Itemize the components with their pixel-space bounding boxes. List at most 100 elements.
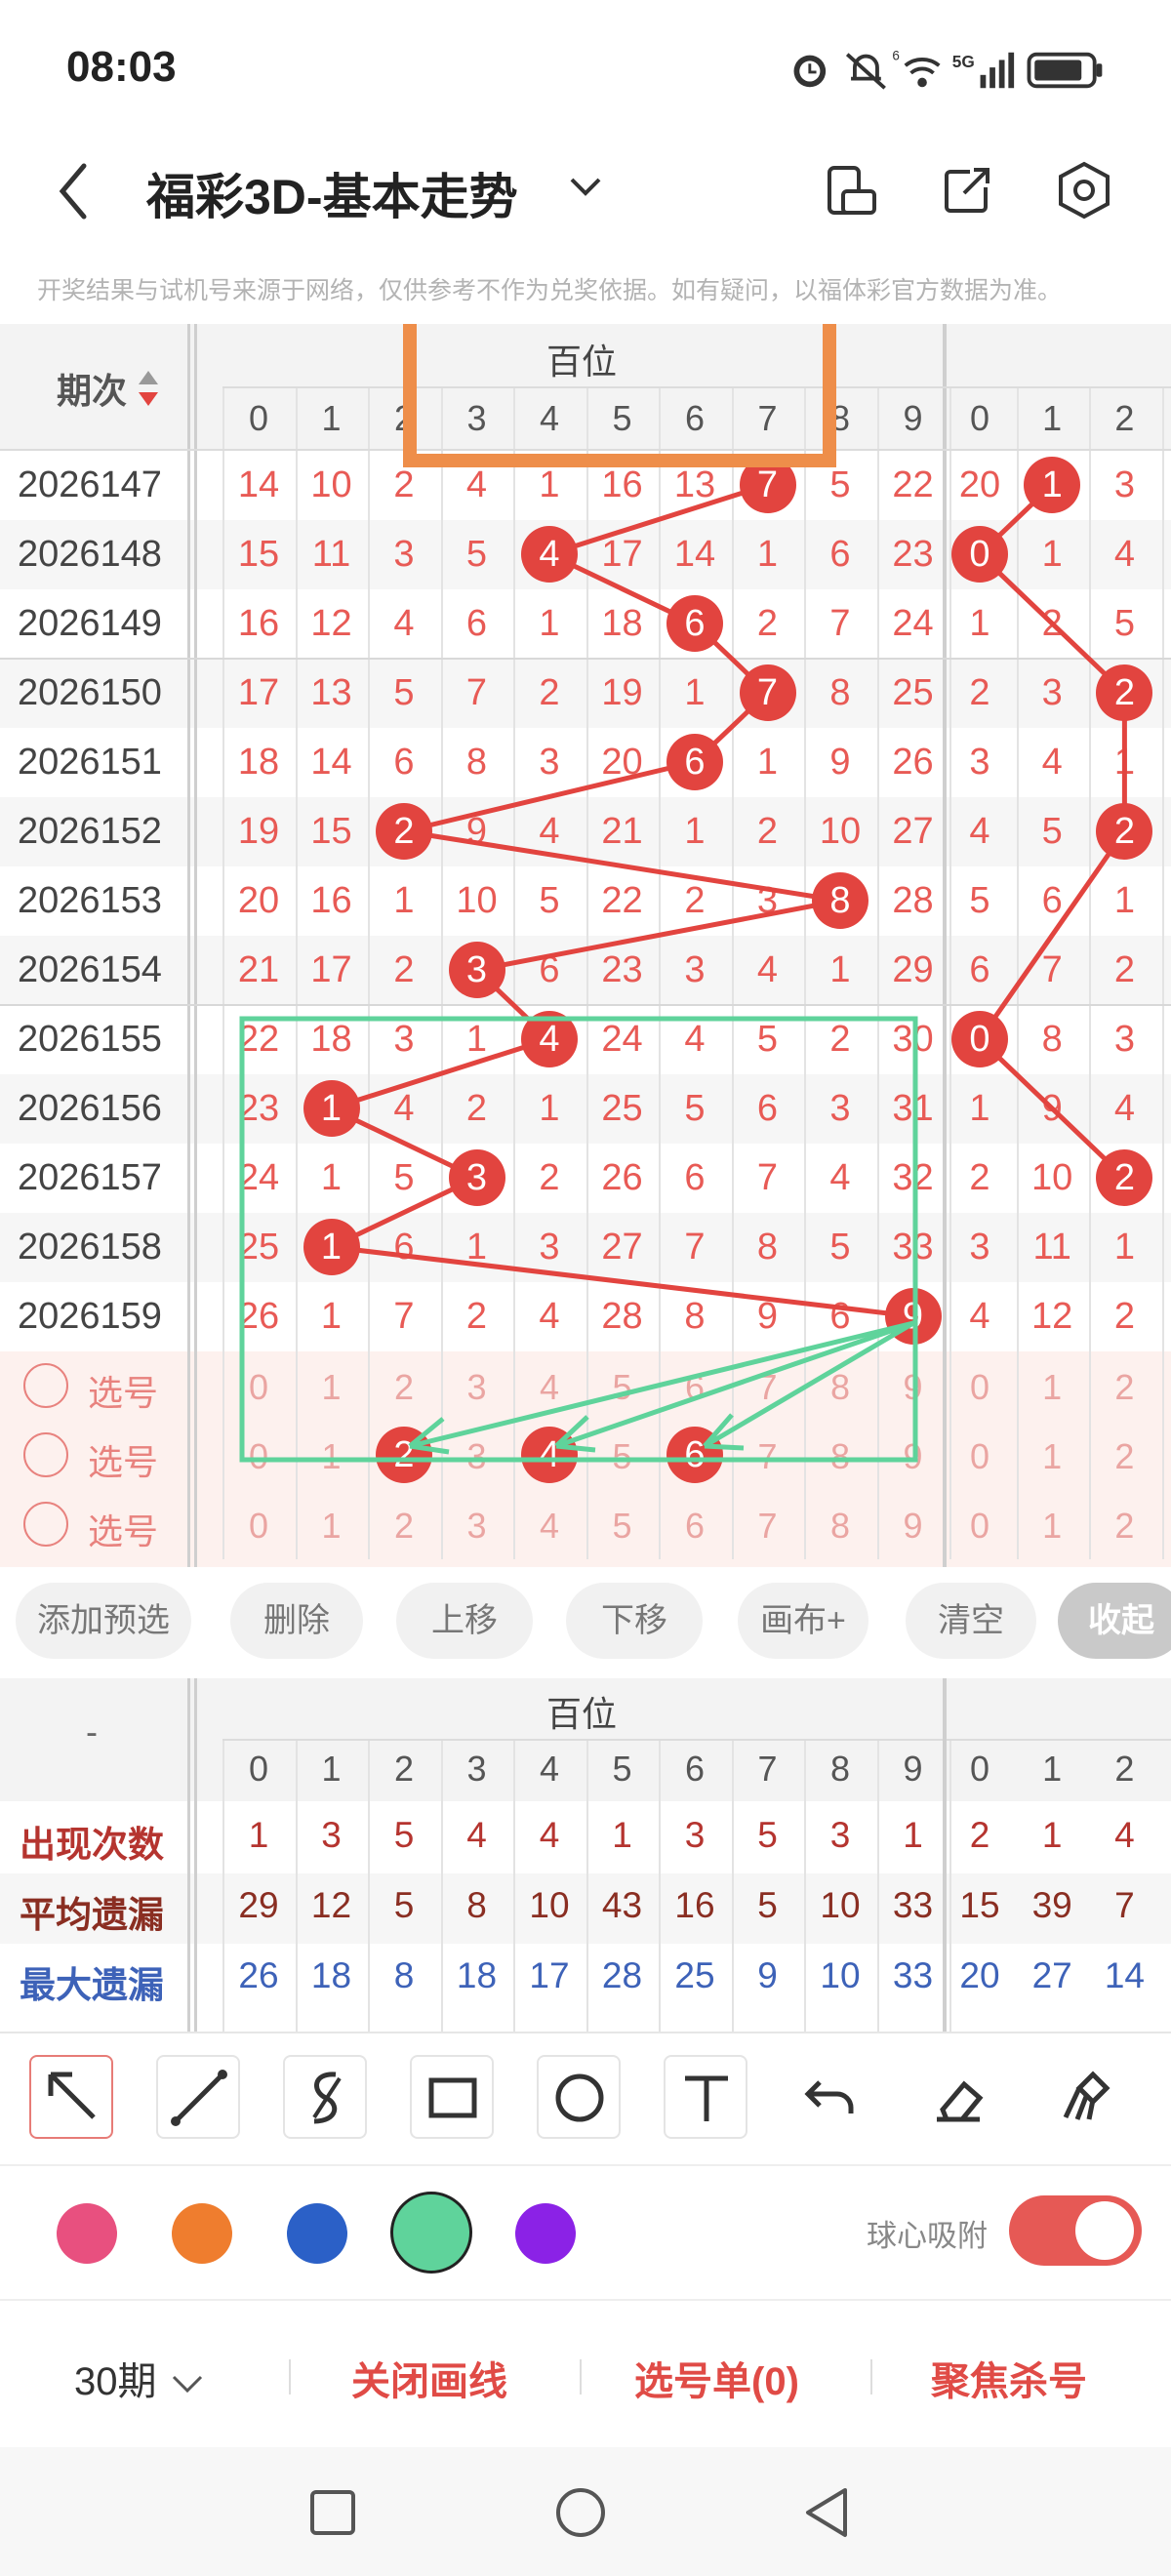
column-divider xyxy=(659,1741,661,2032)
column-divider xyxy=(731,1741,734,2032)
stat-value: 20 xyxy=(959,1955,1000,1995)
action-button[interactable]: 清空 xyxy=(906,1583,1036,1659)
bottom-bar: 30期 关闭画线 选号单(0) 聚焦杀号 xyxy=(0,2299,1171,2445)
column-header: 3 xyxy=(466,1749,487,1789)
orange-rectangle-drawing xyxy=(403,324,836,467)
stat-value: 3 xyxy=(321,1815,342,1855)
column-header: 5 xyxy=(612,1749,632,1789)
text-icon[interactable] xyxy=(664,2055,747,2139)
chevron-down-icon[interactable] xyxy=(566,166,605,205)
stat-value: 1 xyxy=(903,1815,923,1855)
battery-icon xyxy=(1027,52,1103,89)
period-label: 30期 xyxy=(74,2360,157,2403)
eraser-icon[interactable] xyxy=(917,2055,1001,2139)
action-buttons: 添加预选 删除 上移 下移 画布+ 清空 收起 xyxy=(0,1567,1171,1674)
stats-dash: - xyxy=(86,1711,98,1751)
column-header: 2 xyxy=(1114,1749,1135,1789)
color-swatch[interactable] xyxy=(515,2203,576,2264)
screen-rotate-icon[interactable] xyxy=(820,158,884,222)
stat-value: 43 xyxy=(601,1885,643,1925)
status-icons: 6 5G xyxy=(793,48,1103,90)
action-button[interactable]: 画布+ xyxy=(738,1583,868,1659)
stat-value: 2 xyxy=(969,1815,990,1855)
column-header: 7 xyxy=(757,1749,778,1789)
pointer-icon[interactable] xyxy=(29,2055,113,2139)
column-header: 1 xyxy=(1042,1749,1063,1789)
brush-clear-icon[interactable] xyxy=(1044,2055,1128,2139)
color-swatch[interactable] xyxy=(57,2203,117,2264)
column-header: 6 xyxy=(684,1749,706,1789)
trend-table[interactable]: 期次 百位 0 1 2 3 4 5 6 7 8 9 0 1 2 2026147 14 10 2 4 1 16 13 5 22 20… xyxy=(0,324,1171,1567)
stat-value: 7 xyxy=(1114,1885,1135,1925)
circle-icon[interactable] xyxy=(537,2055,621,2139)
action-button[interactable]: 删除 xyxy=(230,1583,363,1659)
stat-label: 出现次数 xyxy=(20,1825,164,1865)
stats-group-divider xyxy=(943,1678,947,2032)
stat-value: 5 xyxy=(757,1815,778,1855)
stat-value: 10 xyxy=(820,1955,861,1995)
stat-value: 5 xyxy=(393,1885,415,1925)
freehand-icon[interactable] xyxy=(283,2055,367,2139)
stat-label: 最大遗漏 xyxy=(20,1965,164,2005)
user-drawings[interactable] xyxy=(0,324,1171,1567)
stat-value: 15 xyxy=(959,1885,1000,1925)
stat-label: 平均遗漏 xyxy=(20,1895,164,1935)
snap-toggle[interactable] xyxy=(1009,2195,1142,2266)
signal-icon: 5G xyxy=(952,52,1015,89)
stat-value: 10 xyxy=(529,1885,570,1925)
column-divider xyxy=(513,1741,515,2032)
column-header: 4 xyxy=(539,1749,560,1789)
stat-value: 3 xyxy=(684,1815,706,1855)
settings-icon[interactable] xyxy=(1052,158,1116,222)
action-button[interactable]: 收起 xyxy=(1058,1583,1171,1659)
share-icon[interactable] xyxy=(935,158,999,222)
status-bar: 08:03 6 5G xyxy=(0,0,1171,137)
green-rectangle-drawing xyxy=(239,1016,918,1463)
drawing-toolbar xyxy=(0,2032,1171,2164)
stat-value: 10 xyxy=(820,1885,861,1925)
stat-value: 18 xyxy=(310,1955,352,1995)
color-swatch[interactable] xyxy=(287,2203,347,2264)
chevron-down-icon xyxy=(172,2376,202,2394)
stat-value: 1 xyxy=(248,1815,269,1855)
rectangle-icon[interactable] xyxy=(410,2055,494,2139)
stat-value: 5 xyxy=(393,1815,415,1855)
page-title[interactable]: 福彩3D-基本走势 xyxy=(146,158,518,228)
action-button[interactable]: 上移 xyxy=(396,1583,533,1659)
stat-value: 17 xyxy=(529,1955,570,1995)
recents-icon[interactable] xyxy=(308,2488,357,2537)
pick-list-button[interactable]: 选号单(0) xyxy=(634,2350,799,2406)
stat-value: 28 xyxy=(601,1955,643,1995)
column-divider xyxy=(440,1741,443,2032)
stat-value: 33 xyxy=(892,1885,934,1925)
back-icon[interactable] xyxy=(45,156,103,224)
column-divider xyxy=(876,1741,879,2032)
period-select[interactable]: 30期 xyxy=(74,2350,207,2406)
line-icon[interactable] xyxy=(156,2055,240,2139)
color-swatch[interactable] xyxy=(390,2192,472,2274)
column-divider xyxy=(295,1741,298,2032)
disclaimer-text: 开奖结果与试机号来源于网络，仅供参考不作为兑奖依据。如有疑问，以福体彩官方数据为… xyxy=(37,277,1063,304)
stat-value: 12 xyxy=(310,1885,352,1925)
divider xyxy=(580,2359,582,2395)
wifi-label: 6 xyxy=(892,48,899,62)
stat-value: 26 xyxy=(238,1955,279,1995)
alarm-icon xyxy=(793,55,827,88)
home-icon[interactable] xyxy=(554,2486,607,2539)
wifi-icon: 6 xyxy=(892,48,941,88)
color-swatch[interactable] xyxy=(172,2203,232,2264)
stat-value: 5 xyxy=(757,1885,778,1925)
status-time: 08:03 xyxy=(66,43,177,91)
back-nav-icon[interactable] xyxy=(802,2486,851,2539)
close-draw-button[interactable]: 关闭画线 xyxy=(351,2350,507,2406)
focus-kill-button[interactable]: 聚焦杀号 xyxy=(931,2350,1087,2406)
action-button[interactable]: 添加预选 xyxy=(16,1583,191,1659)
stat-value: 29 xyxy=(238,1885,279,1925)
column-header: 1 xyxy=(321,1749,342,1789)
stat-value: 9 xyxy=(757,1955,778,1995)
stats-group-header: 百位 xyxy=(546,1694,618,1734)
action-button[interactable]: 下移 xyxy=(566,1583,703,1659)
undo-icon[interactable] xyxy=(790,2055,874,2139)
column-divider xyxy=(222,1741,224,2032)
stat-value: 1 xyxy=(1041,1815,1063,1855)
